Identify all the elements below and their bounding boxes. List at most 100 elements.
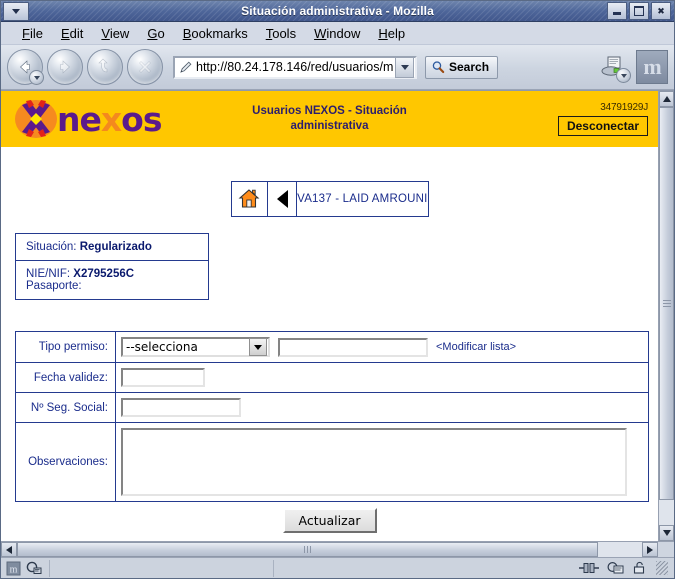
- disconnect-button[interactable]: Desconectar: [557, 116, 648, 136]
- situacion-value: Regularizado: [79, 241, 152, 253]
- scroll-right-button[interactable]: [642, 542, 658, 557]
- nie-row: NIE/NIF: X2795256C Pasaporte:: [16, 261, 208, 299]
- form-row-seg-social: Nº Seg. Social:: [16, 393, 648, 423]
- title-bar: Situación administrativa - Mozilla ✖: [1, 1, 674, 22]
- vertical-scrollbar[interactable]: [658, 91, 674, 541]
- menu-item-edit[interactable]: Edit: [52, 24, 92, 43]
- observaciones-textarea[interactable]: [121, 428, 627, 496]
- cookie-manager-icon[interactable]: [607, 561, 625, 575]
- nie-label: NIE/NIF:: [26, 268, 71, 280]
- menu-bar: FFileile Edit View Go Bookmarks Tools Wi…: [1, 22, 674, 45]
- horizontal-scrollbar[interactable]: [1, 541, 674, 558]
- form-actions: Actualizar: [15, 508, 644, 533]
- menu-item-help[interactable]: Help: [369, 24, 414, 43]
- reload-button[interactable]: [87, 49, 123, 85]
- scroll-left-button[interactable]: [1, 542, 17, 557]
- seg-social-field-group: [116, 393, 648, 422]
- situacion-row: Situación: Regularizado: [16, 234, 208, 261]
- close-icon: ✖: [657, 5, 665, 16]
- content-area: nexos Usuarios NEXOS - Situación adminis…: [1, 90, 674, 541]
- stop-button[interactable]: [127, 49, 163, 85]
- tipo-permiso-text-input[interactable]: [278, 337, 428, 357]
- form-row-observaciones: Observaciones:: [16, 423, 648, 501]
- close-button[interactable]: ✖: [651, 2, 671, 20]
- user-id-label: 34791929J: [600, 102, 648, 113]
- administrative-form: Tipo permiso: --selecciona <Modificar li…: [15, 331, 649, 502]
- search-button[interactable]: Search: [425, 55, 499, 79]
- tipo-permiso-selected-option: --selecciona: [126, 340, 198, 354]
- scroll-grip-icon: [303, 541, 312, 559]
- page-body: VA137 - LAID AMROUNI Situación: Regulari…: [1, 181, 658, 533]
- site-header-banner: nexos Usuarios NEXOS - Situación adminis…: [1, 91, 658, 147]
- pasaporte-label: Pasaporte:: [26, 280, 82, 292]
- triangle-right-icon: [647, 545, 653, 554]
- status-bar: m: [1, 557, 674, 578]
- back-history-dropdown[interactable]: [29, 70, 44, 85]
- resize-grip-icon[interactable]: [656, 561, 668, 575]
- home-link[interactable]: [232, 182, 269, 216]
- seg-social-input[interactable]: [121, 398, 241, 417]
- fecha-validez-label: Fecha validez:: [16, 363, 116, 392]
- home-icon: [238, 189, 260, 208]
- horizontal-scroll-thumb[interactable]: [17, 541, 599, 559]
- tipo-permiso-select[interactable]: --selecciona: [121, 337, 270, 357]
- nexos-wordmark: nexos: [57, 99, 163, 139]
- nexos-logo-mark-icon: [13, 96, 59, 142]
- fecha-validez-field-group: [116, 363, 648, 392]
- url-dropdown-button[interactable]: [395, 56, 414, 78]
- print-button[interactable]: [596, 51, 631, 83]
- connection-icon[interactable]: [578, 561, 600, 575]
- reload-icon: [98, 58, 108, 73]
- svg-text:m: m: [10, 564, 18, 575]
- observaciones-label: Observaciones:: [16, 423, 116, 501]
- triangle-up-icon: [662, 96, 671, 102]
- situation-info-box: Situación: Regularizado NIE/NIF: X279525…: [15, 233, 209, 300]
- page-viewport: nexos Usuarios NEXOS - Situación adminis…: [1, 91, 658, 541]
- menu-item-window[interactable]: Window: [305, 24, 369, 43]
- select-dropdown-arrow[interactable]: [249, 338, 267, 356]
- scroll-grip-icon: [662, 298, 671, 309]
- fecha-validez-input[interactable]: [121, 368, 205, 387]
- form-row-fecha-validez: Fecha validez:: [16, 363, 648, 393]
- menu-item-file[interactable]: FFileile: [13, 24, 52, 43]
- status-right-icons: [574, 561, 672, 575]
- menu-item-tools[interactable]: Tools: [257, 24, 305, 43]
- url-bar[interactable]: http://80.24.178.146/red/usuarios/m: [173, 55, 417, 79]
- stop-x-icon: [139, 61, 151, 73]
- back-button[interactable]: [7, 49, 44, 85]
- menu-item-view[interactable]: View: [92, 24, 138, 43]
- status-progress-panel: [273, 559, 574, 577]
- seg-social-label: Nº Seg. Social:: [16, 393, 116, 422]
- actualizar-button[interactable]: Actualizar: [282, 508, 377, 533]
- back-triangle-icon: [276, 190, 288, 208]
- chevron-down-icon: [33, 75, 40, 80]
- menu-item-go[interactable]: Go: [138, 24, 173, 43]
- scroll-up-button[interactable]: [659, 91, 674, 107]
- print-dropdown[interactable]: [616, 68, 631, 83]
- maximize-icon: [634, 6, 644, 16]
- window-controls: ✖: [607, 2, 674, 20]
- quality-feedback-icon[interactable]: [26, 561, 43, 576]
- security-padlock-icon[interactable]: [632, 561, 647, 575]
- scroll-down-button[interactable]: [659, 525, 674, 541]
- horizontal-scroll-track[interactable]: [17, 542, 642, 557]
- minimize-icon: [613, 12, 621, 15]
- url-text[interactable]: http://80.24.178.146/red/usuarios/m: [196, 60, 395, 74]
- vertical-scroll-thumb[interactable]: [659, 107, 674, 500]
- wordmark-os: os: [121, 99, 162, 139]
- triangle-left-icon: [6, 545, 12, 554]
- forward-button[interactable]: [47, 49, 83, 85]
- search-icon: [432, 61, 445, 74]
- previous-record-button[interactable]: [268, 182, 298, 216]
- minimize-button[interactable]: [607, 2, 627, 20]
- menu-item-bookmarks[interactable]: Bookmarks: [174, 24, 257, 43]
- wordmark-x: x: [100, 99, 122, 139]
- mozilla-status-icon[interactable]: m: [6, 561, 21, 576]
- modificar-lista-link[interactable]: <Modificar lista>: [436, 341, 516, 353]
- tipo-permiso-label: Tipo permiso:: [16, 332, 116, 362]
- vertical-scroll-track[interactable]: [659, 107, 674, 525]
- maximize-button[interactable]: [629, 2, 649, 20]
- mozilla-throbber-icon[interactable]: m: [636, 50, 668, 84]
- chevron-down-icon: [400, 64, 409, 70]
- observaciones-field-group: [116, 423, 648, 501]
